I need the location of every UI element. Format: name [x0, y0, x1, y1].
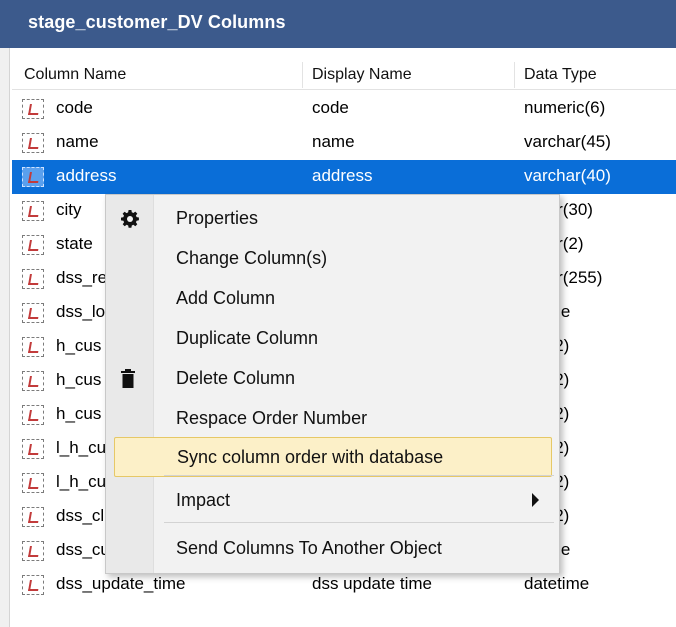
column-name-cell: h_cus — [56, 370, 102, 389]
panel-left-border — [0, 48, 10, 627]
column-name-cell: dss_update_time — [56, 574, 186, 593]
window-title: stage_customer_DV Columns — [0, 0, 676, 48]
data-type-cell: datetime — [524, 574, 590, 593]
data-type-cell: varchar(45) — [524, 132, 611, 151]
context-menu: Properties Change Column(s) Add Column Dupl… — [105, 194, 560, 574]
display-name-cell: name — [312, 132, 355, 151]
menu-separator — [164, 522, 554, 523]
column-icon — [22, 167, 44, 187]
column-header: Column Name Display Name Data Type — [12, 60, 676, 90]
column-name-cell: dss_cl — [56, 506, 105, 525]
column-icon — [22, 371, 44, 391]
column-icon — [22, 439, 44, 459]
table-row[interactable]: name name varchar(45) — [12, 126, 676, 160]
column-name-cell: state — [56, 234, 93, 253]
menu-item-properties[interactable]: Properties — [106, 199, 559, 239]
column-icon — [22, 575, 44, 595]
display-name-cell: address — [312, 166, 373, 185]
column-name-cell: code — [56, 98, 93, 117]
column-name-cell: h_cus — [56, 404, 102, 423]
column-name-cell: dss_re — [56, 268, 108, 287]
menu-item-impact[interactable]: Impact — [106, 481, 559, 521]
table-row[interactable]: code code numeric(6) — [12, 92, 676, 126]
header-column-name[interactable]: Column Name — [24, 66, 126, 84]
column-name-cell: dss_cu — [56, 540, 110, 559]
menu-item-duplicate-column[interactable]: Duplicate Column — [106, 319, 559, 359]
trash-icon — [120, 369, 136, 393]
display-name-cell: code — [312, 98, 349, 117]
column-icon — [22, 303, 44, 323]
data-type-cell: varchar(40) — [524, 166, 611, 185]
column-icon — [22, 201, 44, 221]
column-name-cell: name — [56, 132, 99, 151]
header-divider[interactable] — [514, 62, 515, 88]
menu-item-label: Send Columns To Another Object — [176, 538, 442, 558]
column-name-cell: l_h_cu — [56, 438, 107, 457]
submenu-arrow-icon — [532, 493, 539, 507]
menu-item-send-columns-to-another-object[interactable]: Send Columns To Another Object — [106, 529, 559, 569]
menu-item-label: Duplicate Column — [176, 328, 319, 348]
menu-item-respace-order-number[interactable]: Respace Order Number — [106, 399, 559, 439]
gear-icon — [120, 209, 140, 233]
header-divider[interactable] — [302, 62, 303, 88]
menu-item-add-column[interactable]: Add Column — [106, 279, 559, 319]
data-type-cell: numeric(6) — [524, 98, 606, 117]
column-icon — [22, 99, 44, 119]
column-name-cell: dss_lo — [56, 302, 106, 321]
menu-item-label: Properties — [176, 208, 259, 228]
column-icon — [22, 507, 44, 527]
column-icon — [22, 133, 44, 153]
column-name-cell: l_h_cu — [56, 472, 107, 491]
column-icon — [22, 473, 44, 493]
column-icon — [22, 541, 44, 561]
menu-item-sync-column-order-with-database[interactable]: Sync column order with database — [114, 437, 552, 477]
display-name-cell: dss update time — [312, 574, 433, 593]
column-icon — [22, 337, 44, 357]
header-display-name[interactable]: Display Name — [312, 66, 412, 84]
column-icon — [22, 269, 44, 289]
column-icon — [22, 405, 44, 425]
column-name-cell: h_cus — [56, 336, 102, 355]
menu-item-change-column-s[interactable]: Change Column(s) — [106, 239, 559, 279]
menu-item-label: Change Column(s) — [176, 248, 328, 268]
menu-item-label: Delete Column — [176, 368, 296, 388]
menu-separator — [164, 475, 554, 476]
column-icon — [22, 235, 44, 255]
menu-item-label: Sync column order with database — [177, 447, 444, 467]
header-data-type[interactable]: Data Type — [524, 66, 597, 84]
menu-item-label: Respace Order Number — [176, 408, 368, 428]
menu-item-label: Impact — [176, 490, 231, 510]
menu-item-label: Add Column — [176, 288, 276, 308]
table-row[interactable]: address address varchar(40) — [12, 160, 676, 194]
menu-item-delete-column[interactable]: Delete Column — [106, 359, 559, 399]
column-name-cell: address — [56, 166, 117, 185]
column-name-cell: city — [56, 200, 82, 219]
